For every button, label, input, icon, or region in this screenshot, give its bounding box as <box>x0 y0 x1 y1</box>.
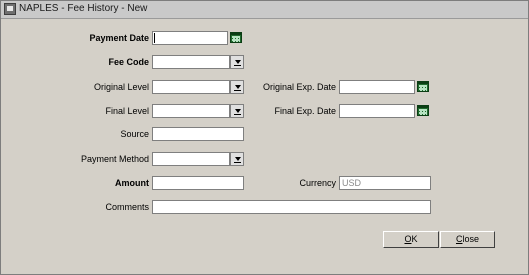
calendar-icon <box>417 81 429 92</box>
payment-method-field[interactable] <box>152 152 230 166</box>
close-button[interactable]: Close <box>440 231 495 248</box>
original-level-field[interactable] <box>152 80 230 94</box>
original-exp-date-field[interactable] <box>339 80 415 94</box>
payment-date-field[interactable] <box>152 31 228 45</box>
final-exp-date-label: Final Exp. Date <box>274 106 336 116</box>
payment-method-dropdown-button[interactable] <box>230 152 244 166</box>
close-button-label: lose <box>462 234 479 244</box>
dropdown-arrow-icon <box>235 85 241 89</box>
ok-button-mnemonic: O <box>404 234 412 244</box>
fee-code-label: Fee Code <box>108 57 149 67</box>
app-window-icon <box>4 3 16 15</box>
calendar-icon <box>417 105 429 116</box>
original-exp-date-label: Original Exp. Date <box>262 82 336 92</box>
final-exp-date-calendar-button[interactable] <box>416 104 430 117</box>
payment-date-calendar-button[interactable] <box>229 31 243 44</box>
ok-button[interactable]: OK <box>383 231 439 248</box>
ok-button-label: K <box>411 234 418 244</box>
window-title: NAPLES - Fee History - New <box>19 3 148 14</box>
currency-field: USD <box>339 176 431 190</box>
final-level-label: Final Level <box>105 106 149 116</box>
dropdown-arrow-icon <box>235 157 241 161</box>
dropdown-arrow-icon <box>235 109 241 113</box>
calendar-icon <box>230 32 242 43</box>
payment-date-label: Payment Date <box>89 33 149 43</box>
final-level-field[interactable] <box>152 104 230 118</box>
currency-label: Currency <box>299 178 336 188</box>
comments-field[interactable] <box>152 200 431 214</box>
source-label: Source <box>120 129 149 139</box>
title-bar: NAPLES - Fee History - New <box>1 1 528 19</box>
payment-method-label: Payment Method <box>80 154 149 164</box>
source-field[interactable] <box>152 127 244 141</box>
fee-code-dropdown-button[interactable] <box>230 55 244 69</box>
fee-code-field[interactable] <box>152 55 230 69</box>
dropdown-arrow-icon <box>235 60 241 64</box>
amount-label: Amount <box>115 178 149 188</box>
fee-history-window: NAPLES - Fee History - New Payment Date … <box>0 0 529 275</box>
form-panel: Payment Date Fee Code Original Level Ori… <box>2 19 527 274</box>
original-level-label: Original Level <box>93 82 149 92</box>
comments-label: Comments <box>105 202 149 212</box>
amount-field[interactable] <box>152 176 244 190</box>
original-exp-date-calendar-button[interactable] <box>416 80 430 93</box>
final-exp-date-field[interactable] <box>339 104 415 118</box>
